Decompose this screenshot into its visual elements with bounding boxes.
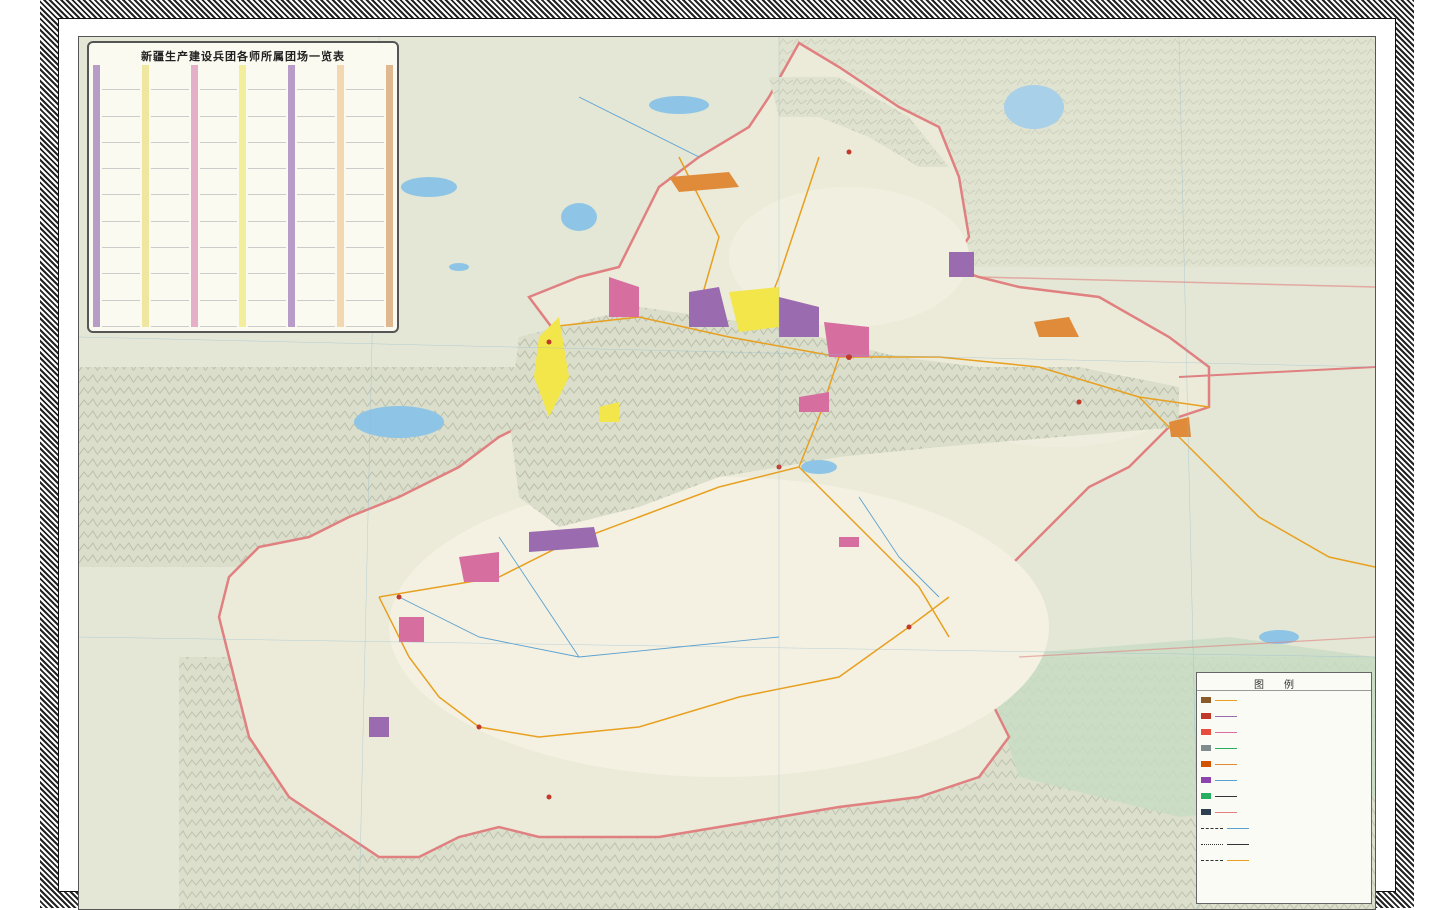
legend-row <box>1201 711 1369 721</box>
legend-row <box>1201 807 1369 817</box>
legend-line <box>1215 699 1237 701</box>
table-title: 新疆生产建设兵团各师所属团场一览表 <box>141 50 345 63</box>
table-color-strip <box>239 65 247 327</box>
lake-2 <box>401 177 457 197</box>
table-grid <box>93 65 393 327</box>
table-column <box>297 65 336 327</box>
legend-symbol <box>1201 777 1211 783</box>
taklamakan-desert <box>389 477 1049 777</box>
table-column <box>150 65 189 327</box>
legend-line <box>1227 843 1249 845</box>
legend-symbol <box>1201 761 1211 767</box>
table-column <box>248 65 287 327</box>
legend-symbol <box>1201 729 1211 735</box>
legend-symbol <box>1201 745 1211 751</box>
legend-row <box>1201 855 1369 865</box>
legend-row <box>1201 791 1369 801</box>
legend-line <box>1215 811 1237 813</box>
table-column <box>346 65 384 327</box>
lake-3 <box>561 203 597 231</box>
legend-line <box>1215 795 1237 797</box>
legend-line <box>1215 747 1237 749</box>
legend-line <box>1215 715 1237 717</box>
legend-row <box>1201 823 1369 833</box>
legend-line <box>1227 859 1249 861</box>
table-color-strip <box>385 65 393 327</box>
table-column <box>102 65 140 327</box>
map-area: 新疆生产建设兵团各师所属团场一览表 <box>78 36 1376 910</box>
legend-symbol <box>1201 809 1211 815</box>
legend-row <box>1201 775 1369 785</box>
legend-row <box>1201 727 1369 737</box>
legend-line <box>1201 827 1223 829</box>
table-color-strip <box>141 65 149 327</box>
lake-issyk-kul <box>354 406 444 438</box>
legend-title: 图例 <box>1197 673 1371 691</box>
legend-symbol <box>1201 697 1211 703</box>
legend-line <box>1201 859 1223 861</box>
legend-line <box>1215 731 1237 733</box>
lake-bosten <box>801 460 837 474</box>
lake-4 <box>449 263 469 271</box>
map-legend: 图例 <box>1196 672 1372 904</box>
legend-row <box>1201 743 1369 753</box>
legend-line <box>1215 763 1237 765</box>
table-color-strip <box>288 65 296 327</box>
legend-line <box>1215 779 1237 781</box>
table-column <box>199 65 238 327</box>
corps-regiment-table: 新疆生产建设兵团各师所属团场一览表 <box>87 41 399 333</box>
legend-line <box>1227 827 1249 829</box>
lake-mongolia <box>1004 85 1064 129</box>
legend-symbol <box>1201 713 1211 719</box>
legend-row <box>1201 759 1369 769</box>
legend-line <box>1201 843 1223 845</box>
legend-row <box>1201 839 1369 849</box>
table-color-strip <box>337 65 345 327</box>
legend-symbol <box>1201 793 1211 799</box>
table-color-strip <box>190 65 198 327</box>
table-color-strip <box>93 65 100 327</box>
legend-row <box>1201 695 1369 705</box>
lake-1 <box>649 96 709 114</box>
